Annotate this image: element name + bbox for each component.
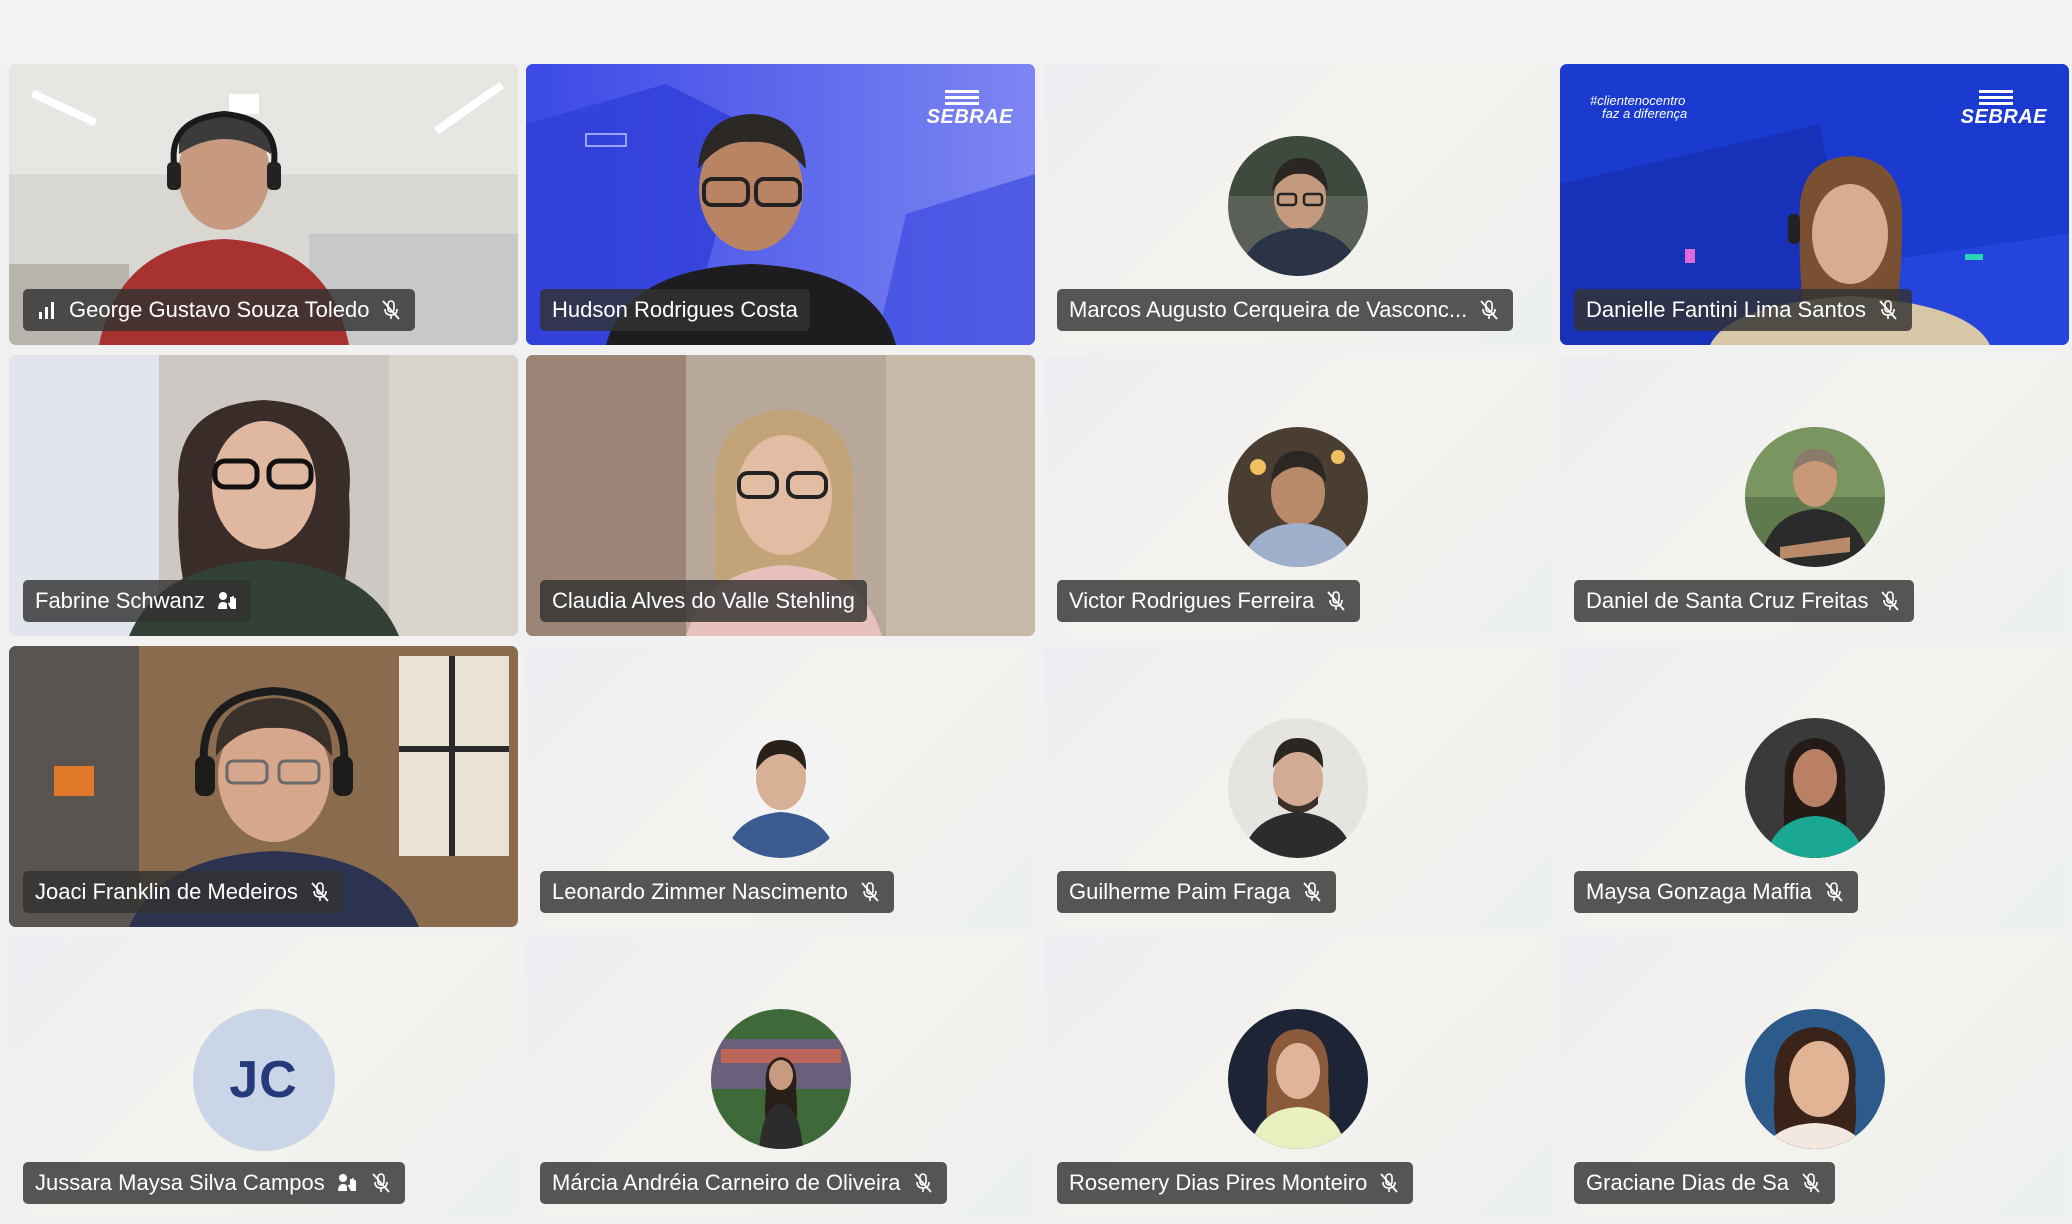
participant-name-label: Graciane Dias de Sa xyxy=(1574,1162,1835,1204)
participant-tile[interactable]: Daniel de Santa Cruz Freitas xyxy=(1560,355,2069,636)
participant-name-label: Guilherme Paim Fraga xyxy=(1057,871,1337,913)
participant-name: Danielle Fantini Lima Santos xyxy=(1586,297,1867,322)
participant-name: Rosemery Dias Pires Monteiro xyxy=(1069,1170,1368,1195)
top-bar xyxy=(0,0,2072,60)
participant-tile[interactable]: Márcia Andréia Carneiro de Oliveira xyxy=(526,937,1035,1218)
participant-name: Jussara Maysa Silva Campos xyxy=(35,1170,325,1195)
brand-logo: SEBRAE xyxy=(927,90,1013,129)
participant-name-label: Danielle Fantini Lima Santos xyxy=(1574,289,1913,331)
avatar xyxy=(1744,1009,1885,1149)
participant-name: Victor Rodrigues Ferreira xyxy=(1069,588,1315,613)
mic-off-icon xyxy=(1822,880,1846,904)
avatar-initials: JC xyxy=(192,1009,335,1151)
participant-name-label: Joaci Franklin de Medeiros xyxy=(23,871,344,913)
avatar xyxy=(1227,718,1368,858)
participant-name: Fabrine Schwanz xyxy=(35,588,205,613)
participant-name-label: Jussara Maysa Silva Campos xyxy=(23,1162,405,1204)
mic-off-icon xyxy=(1324,589,1348,613)
participant-tile[interactable]: Marcos Augusto Cerqueira de Vasconc... xyxy=(1043,64,1552,345)
avatar xyxy=(1744,718,1885,858)
participant-name-label: Fabrine Schwanz xyxy=(23,580,251,622)
participant-tile[interactable]: Graciane Dias de Sa xyxy=(1560,937,2069,1218)
mic-off-icon xyxy=(1799,1171,1823,1195)
participant-tile[interactable]: Maysa Gonzaga Maffia xyxy=(1560,646,2069,927)
participant-name-label: Daniel de Santa Cruz Freitas xyxy=(1574,580,1915,622)
participant-name-label: Leonardo Zimmer Nascimento xyxy=(540,871,894,913)
mic-off-icon xyxy=(1876,298,1900,322)
participant-name-label: Rosemery Dias Pires Monteiro xyxy=(1057,1162,1414,1204)
participant-name-label: Victor Rodrigues Ferreira xyxy=(1057,580,1361,622)
participant-tile[interactable]: George Gustavo Souza Toledo xyxy=(9,64,518,345)
participant-name: Guilherme Paim Fraga xyxy=(1069,879,1291,904)
participant-tile[interactable]: Leonardo Zimmer Nascimento xyxy=(526,646,1035,927)
mic-off-icon xyxy=(308,880,332,904)
participant-name: Joaci Franklin de Medeiros xyxy=(35,879,298,904)
participant-tile[interactable]: JC Jussara Maysa Silva Campos xyxy=(9,937,518,1218)
participant-name: Hudson Rodrigues Costa xyxy=(552,297,798,322)
audio-level-icon xyxy=(35,298,59,322)
raise-hand-icon xyxy=(335,1171,359,1195)
mic-off-icon xyxy=(1377,1171,1401,1195)
avatar xyxy=(1744,427,1885,567)
avatar xyxy=(1227,427,1368,567)
participant-name-label: Marcos Augusto Cerqueira de Vasconc... xyxy=(1057,289,1514,331)
avatar xyxy=(710,718,851,858)
participant-name: George Gustavo Souza Toledo xyxy=(69,297,370,322)
brand-logo-bars xyxy=(944,90,979,106)
participant-tile[interactable]: Guilherme Paim Fraga xyxy=(1043,646,1552,927)
participant-tile-active-speaker[interactable]: SEBRAE Hudson Rodrigues Costa xyxy=(526,64,1035,345)
participant-name-label: George Gustavo Souza Toledo xyxy=(23,289,416,331)
participant-tile[interactable]: Rosemery Dias Pires Monteiro xyxy=(1043,937,1552,1218)
participant-name: Leonardo Zimmer Nascimento xyxy=(552,879,848,904)
participant-name-label: Hudson Rodrigues Costa xyxy=(540,289,810,331)
participant-name: Maysa Gonzaga Maffia xyxy=(1586,879,1812,904)
mic-off-icon xyxy=(369,1171,393,1195)
event-hashtag: #clientenocentro faz a diferença xyxy=(1590,93,1688,121)
mic-off-icon xyxy=(1477,298,1501,322)
mic-off-icon xyxy=(858,880,882,904)
participant-name: Claudia Alves do Valle Stehling xyxy=(552,588,855,613)
brand-logo-bars xyxy=(1978,90,2013,106)
participant-name-label: Márcia Andréia Carneiro de Oliveira xyxy=(540,1162,947,1204)
raise-hand-icon xyxy=(215,589,239,613)
avatar xyxy=(1227,136,1368,276)
participant-name-label: Claudia Alves do Valle Stehling xyxy=(540,580,867,622)
participant-name: Daniel de Santa Cruz Freitas xyxy=(1586,588,1869,613)
mic-off-icon xyxy=(379,298,403,322)
participant-tile[interactable]: #clientenocentro faz a diferença SEBRAE … xyxy=(1560,64,2069,345)
participant-name: Márcia Andréia Carneiro de Oliveira xyxy=(552,1170,901,1195)
participant-tile[interactable]: Fabrine Schwanz xyxy=(9,355,518,636)
participant-name: Marcos Augusto Cerqueira de Vasconc... xyxy=(1069,297,1468,322)
brand-logo: SEBRAE xyxy=(1961,90,2047,129)
participant-tile[interactable]: Victor Rodrigues Ferreira xyxy=(1043,355,1552,636)
participant-grid: George Gustavo Souza Toledo SEBRAE Hudso… xyxy=(9,64,2069,1222)
avatar xyxy=(1227,1009,1368,1149)
participant-tile[interactable]: Joaci Franklin de Medeiros xyxy=(9,646,518,927)
mic-off-icon xyxy=(1878,589,1902,613)
mic-off-icon xyxy=(1300,880,1324,904)
avatar xyxy=(710,1009,851,1149)
participant-tile-active-speaker[interactable]: Claudia Alves do Valle Stehling xyxy=(526,355,1035,636)
mic-off-icon xyxy=(911,1171,935,1195)
participant-name-label: Maysa Gonzaga Maffia xyxy=(1574,871,1858,913)
participant-name: Graciane Dias de Sa xyxy=(1586,1170,1789,1195)
